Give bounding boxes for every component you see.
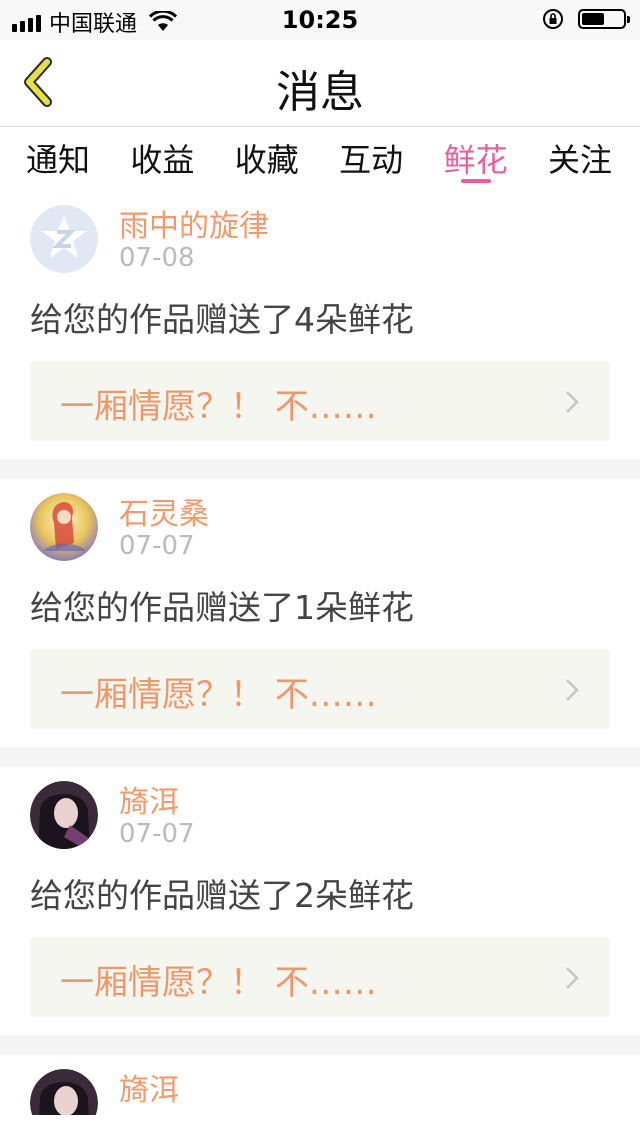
tab-label: 通知 xyxy=(26,141,91,179)
category-tabs: 通知 收益 收藏 互动 鲜花 关注 xyxy=(0,127,640,191)
tab-favorites[interactable]: 收藏 xyxy=(235,127,299,191)
tab-label: 鲜花 xyxy=(443,141,508,179)
status-right xyxy=(542,8,630,30)
avatar[interactable] xyxy=(30,205,98,273)
avatar[interactable] xyxy=(30,1069,98,1115)
portrait-avatar-icon xyxy=(30,781,98,849)
battery-level xyxy=(582,13,604,25)
page-title: 消息 xyxy=(276,67,364,118)
tab-label: 收藏 xyxy=(234,141,299,179)
work-title: 一厢情愿？！ 不…… xyxy=(60,387,377,427)
tab-label: 互动 xyxy=(339,141,404,179)
sender-name[interactable]: 旖洱 xyxy=(119,1065,179,1109)
message-text: 给您的作品赠送了1朵鲜花 xyxy=(30,588,414,627)
tab-flowers[interactable]: 鲜花 xyxy=(444,127,508,191)
portrait-avatar-icon xyxy=(30,1069,98,1115)
sender-name[interactable]: 旖洱 xyxy=(119,777,179,821)
chevron-right-icon xyxy=(566,679,579,701)
message-card: 旖洱 07-07 给您的作品赠送了2朵鲜花 一厢情愿？！ 不…… xyxy=(0,767,640,1035)
message-card: 石灵桑 07-07 给您的作品赠送了1朵鲜花 一厢情愿？！ 不…… xyxy=(0,479,640,747)
tab-label: 收益 xyxy=(130,141,195,179)
message-card: 雨中的旋律 07-08 给您的作品赠送了4朵鲜花 一厢情愿？！ 不…… xyxy=(0,191,640,459)
work-link[interactable]: 一厢情愿？！ 不…… xyxy=(30,361,610,441)
tab-label: 关注 xyxy=(547,141,612,179)
message-card: 旖洱 xyxy=(0,1055,640,1115)
message-date: 07-07 xyxy=(119,531,195,561)
message-date: 07-07 xyxy=(119,819,195,849)
chevron-right-icon xyxy=(566,967,579,989)
navigation-bar: 消息 xyxy=(0,40,640,127)
tab-notifications[interactable]: 通知 xyxy=(26,127,90,191)
chevron-right-icon xyxy=(566,391,579,413)
battery-icon xyxy=(578,9,630,29)
anime-avatar-icon xyxy=(30,493,98,561)
work-link[interactable]: 一厢情愿？！ 不…… xyxy=(30,649,610,729)
message-text: 给您的作品赠送了4朵鲜花 xyxy=(30,300,414,339)
tab-interactions[interactable]: 互动 xyxy=(339,127,403,191)
sender-name[interactable]: 石灵桑 xyxy=(119,489,209,533)
work-title: 一厢情愿？！ 不…… xyxy=(60,963,377,1003)
active-tab-indicator xyxy=(460,179,491,183)
message-list: 雨中的旋律 07-08 给您的作品赠送了4朵鲜花 一厢情愿？！ 不…… 石灵桑 … xyxy=(0,191,640,1115)
divider xyxy=(0,1035,640,1055)
avatar[interactable] xyxy=(30,493,98,561)
qq-logo-avatar-icon xyxy=(30,205,98,273)
orientation-lock-icon xyxy=(543,9,563,29)
divider xyxy=(0,747,640,767)
work-link[interactable]: 一厢情愿？！ 不…… xyxy=(30,937,610,1017)
sender-name[interactable]: 雨中的旋律 xyxy=(119,201,269,245)
work-title: 一厢情愿？！ 不…… xyxy=(60,675,377,715)
message-date: 07-08 xyxy=(119,243,195,273)
avatar[interactable] xyxy=(30,781,98,849)
divider xyxy=(0,459,640,479)
tab-following[interactable]: 关注 xyxy=(548,127,612,191)
tab-earnings[interactable]: 收益 xyxy=(130,127,194,191)
status-bar: 中国联通 10:25 xyxy=(0,0,640,40)
message-text: 给您的作品赠送了2朵鲜花 xyxy=(30,876,414,915)
